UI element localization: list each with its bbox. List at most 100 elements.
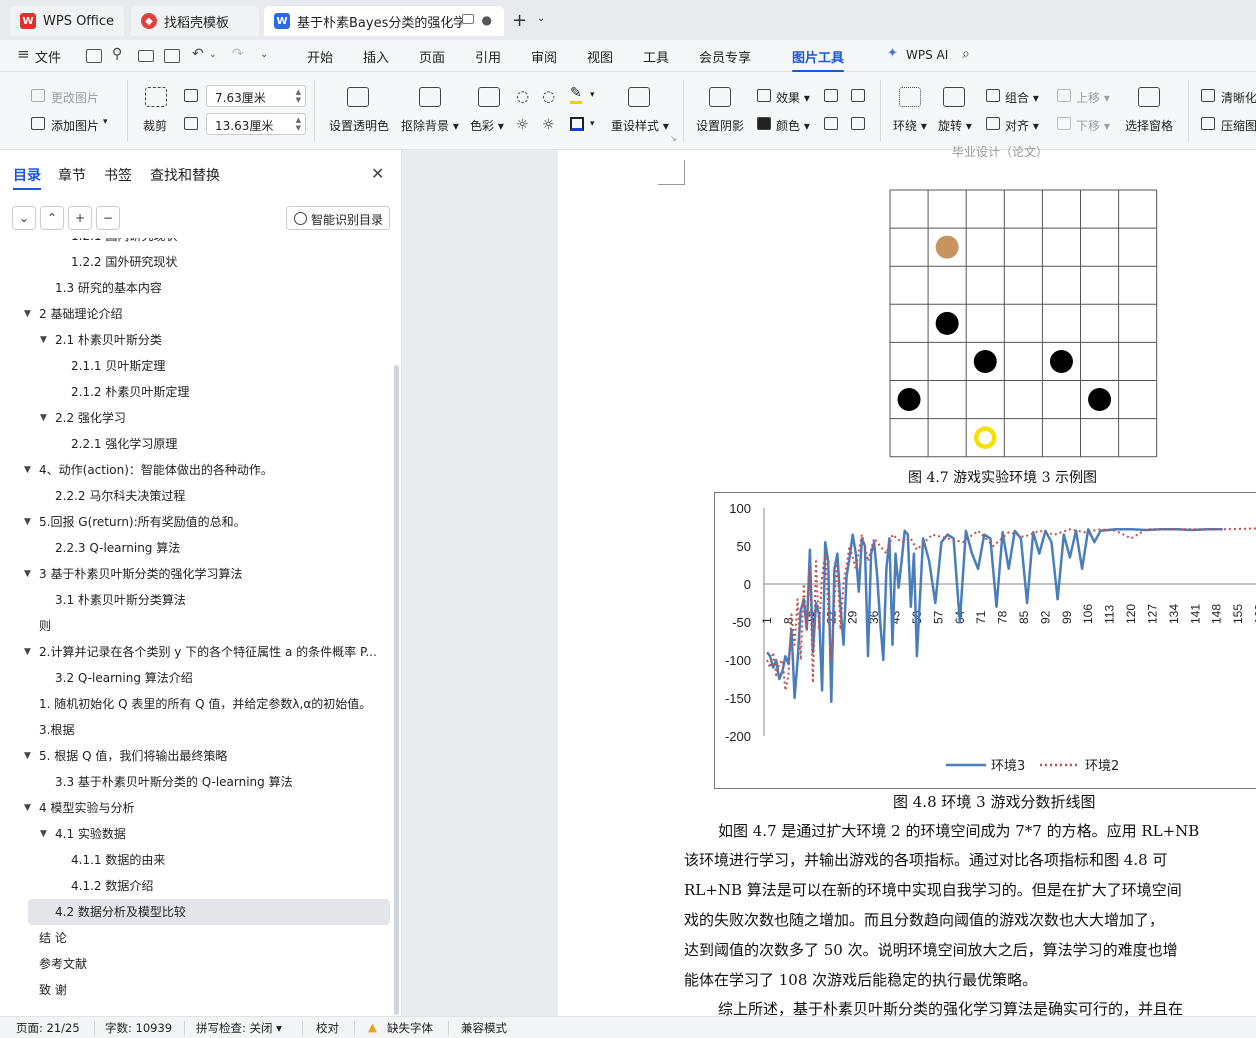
toc-item[interactable]: ▼ 4、动作(action)：智能体做出的各种动作。: [24, 457, 273, 483]
move-down-button[interactable]: 下移 ▾: [1076, 117, 1110, 134]
shadow-up-icon[interactable]: [824, 89, 838, 102]
toc-item[interactable]: 2.2.2 马尔科夫决策过程: [55, 483, 185, 509]
toc-item[interactable]: 参考文献: [39, 951, 87, 977]
redo-icon[interactable]: ↷: [232, 46, 244, 62]
shadow-right-icon[interactable]: [851, 117, 865, 130]
chevron-down-icon[interactable]: ⌄: [537, 13, 545, 24]
add-heading-button[interactable]: +: [68, 206, 92, 230]
tab-current-document[interactable]: W 基于朴素Bayes分类的强化学习 ●: [264, 6, 504, 36]
spinner-arrows-icon[interactable]: ▲ ▼: [296, 88, 301, 104]
toc-item[interactable]: ▼ 5. 根据 Q 值，我们将输出最终策略: [24, 743, 227, 769]
caret-down-icon[interactable]: ▼: [24, 301, 31, 327]
toc-item[interactable]: 3.3 基于朴素贝叶斯分类的 Q-learning 算法: [55, 769, 293, 795]
toc-item[interactable]: 4.1.1 数据的由来: [71, 847, 165, 873]
set-shadow-button[interactable]: 设置阴影: [696, 117, 744, 134]
effect-button[interactable]: 效果 ▾: [776, 89, 810, 106]
print-icon[interactable]: [138, 50, 154, 62]
toc-item[interactable]: 2.2.1 强化学习原理: [71, 431, 177, 457]
caret-down-icon[interactable]: ▼: [24, 743, 31, 769]
smart-toc-button[interactable]: 智能识别目录: [286, 206, 390, 230]
toc-item[interactable]: 致 谢: [39, 977, 67, 1003]
menu-wps-ai[interactable]: WPS AI: [906, 48, 948, 62]
caret-down-icon[interactable]: ▼: [40, 405, 47, 431]
menu-member[interactable]: 会员专享: [699, 47, 751, 66]
color-button[interactable]: 色彩 ▾: [470, 117, 504, 134]
height-field[interactable]: 7.63厘米 ▲ ▼: [206, 85, 306, 107]
change-picture-button[interactable]: 更改图片: [51, 89, 99, 106]
expand-group-icon[interactable]: ↘: [670, 134, 677, 143]
brightness-up-icon[interactable]: ☼: [516, 117, 529, 133]
shadow-down-icon[interactable]: [851, 89, 865, 102]
clarify-button[interactable]: 清晰化: [1221, 89, 1256, 106]
selection-pane-button[interactable]: 选择窗格: [1125, 117, 1173, 134]
caret-down-icon[interactable]: ▼: [24, 639, 31, 665]
new-tab-icon[interactable]: +: [512, 10, 527, 31]
figure-4-7-grid[interactable]: [889, 189, 1159, 459]
crop-button[interactable]: 裁剪: [143, 117, 167, 134]
chevron-down-icon[interactable]: ▾: [103, 117, 108, 127]
contrast-icon[interactable]: ◌: [542, 87, 555, 105]
more-chevron-icon[interactable]: ⌄: [260, 49, 268, 60]
menu-tools[interactable]: 工具: [643, 47, 669, 66]
reset-style-button[interactable]: 重设样式 ▾: [611, 117, 669, 134]
menu-file[interactable]: 文件: [35, 47, 61, 66]
tab-bookmarks[interactable]: 书签: [104, 165, 132, 185]
toc-item[interactable]: 1. 随机初始化 Q 表里的所有 Q 值，并给定参数λ,α的初始值。: [39, 691, 371, 717]
toc-item[interactable]: 2.1.1 贝叶斯定理: [71, 353, 165, 379]
collapse-up-button[interactable]: ⌃: [40, 206, 64, 230]
close-tab-icon[interactable]: ●: [482, 13, 492, 27]
proofread-button[interactable]: 校对: [316, 1020, 339, 1036]
toc-item[interactable]: 3.1 朴素贝叶斯分类算法: [55, 587, 186, 613]
save-icon[interactable]: [86, 49, 102, 63]
tab-toc[interactable]: 目录: [13, 165, 41, 190]
compress-button[interactable]: 压缩图: [1221, 117, 1256, 134]
align-button[interactable]: 对齐 ▾: [1005, 117, 1039, 134]
expand-down-button[interactable]: ⌄: [12, 206, 36, 230]
width-field[interactable]: 13.63厘米 ▲ ▼: [206, 113, 306, 135]
scrollbar[interactable]: [394, 365, 399, 1015]
toc-item[interactable]: ▼ 5.回报 G(return):所有奖励值的总和。: [24, 509, 246, 535]
toc-item[interactable]: ▼ 2.1 朴素贝叶斯分类: [40, 327, 162, 353]
toc-item[interactable]: ▼ 3 基于朴素贝叶斯分类的强化学习算法: [24, 561, 242, 587]
tab-docer-templates[interactable]: ◆ 找稻壳模板: [131, 6, 259, 36]
menu-reference[interactable]: 引用: [475, 47, 501, 66]
caret-down-icon[interactable]: ▼: [24, 509, 31, 535]
group-button[interactable]: 组合 ▾: [1005, 89, 1039, 106]
wrap-button[interactable]: 环绕 ▾: [893, 117, 927, 134]
tab-find-replace[interactable]: 查找和替换: [150, 165, 220, 185]
caret-down-icon[interactable]: ▼: [40, 821, 47, 847]
tab-sections[interactable]: 章节: [58, 165, 86, 185]
toc-item[interactable]: ▼ 2.2 强化学习: [40, 405, 126, 431]
chevron-down-icon[interactable]: ▾: [590, 119, 595, 129]
caret-down-icon[interactable]: ▼: [24, 561, 31, 587]
word-count[interactable]: 字数: 10939: [105, 1020, 172, 1036]
add-picture-button[interactable]: 添加图片: [51, 117, 99, 134]
caret-down-icon[interactable]: ▼: [24, 795, 31, 821]
brightness-down-icon[interactable]: ☼: [542, 117, 555, 133]
close-icon[interactable]: ✕: [371, 164, 384, 183]
set-transparent-button[interactable]: 设置透明色: [329, 117, 389, 134]
border-color-icon[interactable]: [570, 117, 584, 131]
toc-item[interactable]: 1.2.1 国内研究现状: [71, 238, 177, 249]
caret-down-icon[interactable]: ▼: [24, 457, 31, 483]
undo-icon[interactable]: ↶: [192, 46, 204, 62]
shadow-left-icon[interactable]: [824, 117, 838, 130]
move-up-button[interactable]: 上移 ▾: [1076, 89, 1110, 106]
toc-item-selected[interactable]: 4.2 数据分析及模型比较: [28, 899, 390, 925]
remove-heading-button[interactable]: −: [96, 206, 120, 230]
toc-item[interactable]: 4.1.2 数据介绍: [71, 873, 153, 899]
toc-item[interactable]: 结 论: [39, 925, 67, 951]
caret-down-icon[interactable]: ▼: [40, 327, 47, 353]
menu-picture-tools[interactable]: 图片工具: [792, 47, 845, 72]
link-icon[interactable]: ⚲: [112, 46, 122, 62]
toc-item[interactable]: 2.2.3 Q-learning 算法: [55, 535, 180, 561]
toc-item[interactable]: 则: [39, 613, 51, 639]
toc-item[interactable]: 3.2 Q-learning 算法介绍: [55, 665, 193, 691]
shadow-color-button[interactable]: 颜色 ▾: [776, 117, 810, 134]
remove-background-button[interactable]: 抠除背景 ▾: [401, 117, 459, 134]
menu-page[interactable]: 页面: [419, 47, 445, 66]
rotate-button[interactable]: 旋转 ▾: [938, 117, 972, 134]
menu-start[interactable]: 开始: [307, 47, 333, 66]
fill-color-icon[interactable]: ✎: [570, 85, 582, 104]
missing-font-button[interactable]: 缺失字体: [387, 1020, 433, 1036]
